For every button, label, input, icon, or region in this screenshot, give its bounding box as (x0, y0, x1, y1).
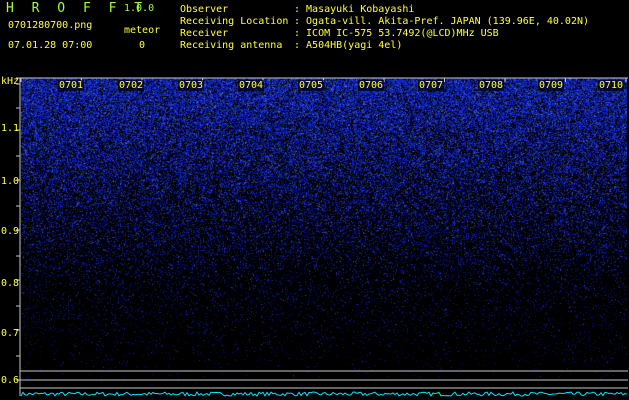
meteor-label: meteor (124, 25, 161, 36)
y-tick-label: 0.8 (1, 278, 20, 289)
meteor-count: 0 (139, 40, 146, 51)
info-receiver: Receiver : ICOM IC-575 53.7492(@LCD)MHz U… (180, 28, 499, 39)
x-tick-label: 0710 (598, 80, 625, 91)
spectrogram-panel: kHz 1.1 1.0 0.9 0.8 0.7 0.6 0701 0702 0703 0704 0… (0, 74, 629, 400)
info-key: Receiving antenna (180, 40, 283, 51)
y-axis-unit: kHz (1, 76, 20, 87)
x-tick-label: 0705 (298, 80, 325, 91)
info-observer: Observer : Masayuki Kobayashi (180, 4, 414, 15)
date-time: 07.01.28 07:00 (8, 40, 93, 51)
y-tick-label: 1.1 (1, 123, 20, 134)
y-tick-label: 0.7 (1, 328, 20, 339)
info-value: : ICOM IC-575 53.7492(@LCD)MHz USB (294, 28, 499, 39)
x-tick-label: 0702 (118, 80, 145, 91)
x-tick-label: 0708 (478, 80, 505, 91)
x-tick-label: 0701 (58, 80, 85, 91)
info-value: : A504HB(yagi 4el) (294, 40, 403, 51)
info-value: : Ogata-vill. Akita-Pref. JAPAN (139.96E… (294, 16, 590, 27)
info-key: Observer (180, 4, 229, 15)
spectrogram-overlay (16, 77, 628, 397)
y-tick-label: 0.9 (1, 226, 20, 237)
app-version: 1.0.0 (124, 3, 155, 14)
info-value: : Masayuki Kobayashi (294, 4, 415, 15)
y-tick-label: 1.0 (1, 176, 20, 187)
info-key: Receiver (180, 28, 229, 39)
x-tick-label: 0704 (238, 80, 265, 91)
x-tick-label: 0709 (538, 80, 565, 91)
info-location: Receiving Location : Ogata-vill. Akita-Pr… (180, 16, 589, 27)
x-tick-label: 0703 (178, 80, 205, 91)
baseline-trace (20, 391, 628, 397)
info-key: Receiving Location (180, 16, 289, 27)
info-antenna: Receiving antenna : A504HB(yagi 4el) (180, 40, 402, 51)
file-name: 0701280700.png (8, 20, 93, 31)
x-tick-label: 0706 (358, 80, 385, 91)
x-tick-label: 0707 (418, 80, 445, 91)
y-tick-label: 0.6 (1, 375, 20, 386)
